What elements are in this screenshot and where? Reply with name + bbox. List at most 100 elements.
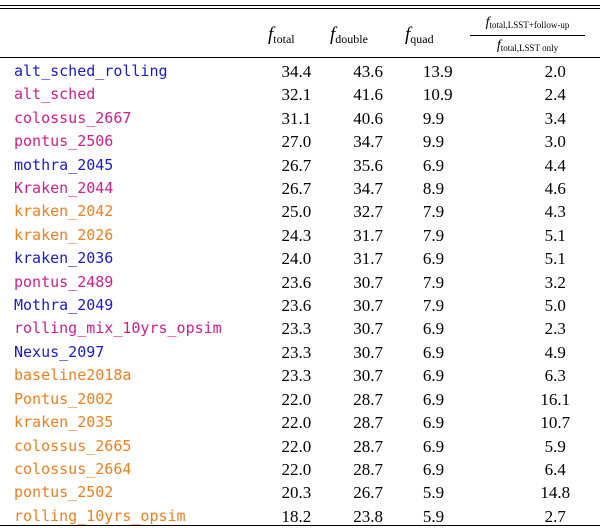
- ratio-cell: 3.2: [544, 272, 566, 292]
- f-total-cell: 24.0: [281, 249, 312, 269]
- table-row: kraken_2036 24.0 31.7 6.9 5.1: [0, 247, 600, 270]
- f-double-cell: 23.8: [353, 506, 383, 526]
- table-row: colossus_2665 22.0 28.7 6.9 5.9: [0, 435, 600, 458]
- ratio-cell: 5.9: [544, 436, 566, 456]
- table-row: baseline2018a 23.3 30.7 6.9 6.3: [0, 364, 600, 387]
- ratio-cell: 5.1: [544, 225, 566, 245]
- f-total-cell: 23.3: [281, 342, 312, 362]
- table-row: colossus_2664 22.0 28.7 6.9 6.4: [0, 458, 600, 481]
- strategy-name-cell: colossus_2664: [14, 459, 132, 478]
- f-quad-cell: 7.9: [422, 202, 445, 222]
- f-double-cell: 41.6: [353, 85, 383, 105]
- ratio-cell: 6.4: [544, 459, 566, 479]
- strategy-name-cell: Nexus_2097: [14, 342, 105, 361]
- f-quad-cell: 6.9: [422, 389, 445, 409]
- ratio-cell: 2.7: [544, 506, 566, 526]
- ratio-cell: 6.3: [544, 366, 566, 386]
- f-total-cell: 22.0: [281, 459, 312, 479]
- table-row: colossus_2667 31.1 40.6 9.9 3.4: [0, 107, 600, 130]
- f-quad-cell: 6.9: [422, 436, 445, 456]
- header-f-total: ftotal: [268, 24, 295, 46]
- ratio-cell: 4.9: [544, 342, 566, 362]
- f-double-cell: 30.7: [353, 366, 383, 386]
- table-row: kraken_2026 24.3 31.7 7.9 5.1: [0, 224, 600, 247]
- strategy-name-cell: rolling_mix_10yrs_opsim: [14, 319, 222, 338]
- f-double-cell: 28.7: [353, 389, 383, 409]
- strategy-name-cell: pontus_2506: [14, 132, 114, 151]
- f-double-cell: 31.7: [353, 249, 383, 269]
- table-row: pontus_2502 20.3 26.7 5.9 14.8: [0, 481, 600, 504]
- f-quad-cell: 6.9: [422, 459, 445, 479]
- f-total-cell: 34.4: [281, 62, 312, 81]
- f-total-cell: 25.0: [281, 202, 312, 222]
- f-quad-cell: 6.9: [422, 155, 445, 175]
- header-f-double: fdouble: [330, 24, 368, 46]
- header-rule: [0, 57, 600, 58]
- f-double-cell: 32.7: [353, 202, 383, 222]
- ratio-cell: 2.0: [544, 62, 566, 81]
- f-total-cell: 18.2: [281, 506, 312, 526]
- f-double-cell: 40.6: [353, 108, 383, 128]
- strategy-name-cell: kraken_2035: [14, 413, 114, 432]
- f-double-cell: 31.7: [353, 225, 383, 245]
- f-total-cell: 20.3: [281, 483, 312, 503]
- f-quad-cell: 9.9: [422, 108, 445, 128]
- fraction-bar: [470, 35, 585, 36]
- f-double-cell: 28.7: [353, 436, 383, 456]
- f-total-cell: 22.0: [281, 436, 312, 456]
- f-quad-cell: 5.9: [422, 506, 445, 526]
- top-rule-inner: [0, 8, 600, 9]
- f-quad-cell: 7.9: [422, 225, 445, 245]
- table-row: kraken_2042 25.0 32.7 7.9 4.3: [0, 200, 600, 223]
- strategy-name-cell: kraken_2026: [14, 225, 114, 244]
- f-quad-cell: 6.9: [422, 366, 445, 386]
- f-quad-cell: 5.9: [422, 483, 445, 503]
- f-quad-cell: 6.9: [422, 249, 445, 269]
- f-double-cell: 30.7: [353, 272, 383, 292]
- ratio-cell: 14.8: [540, 483, 571, 503]
- strategy-name-cell: colossus_2667: [14, 108, 132, 127]
- f-double-cell: 34.7: [353, 132, 383, 152]
- table-row: Kraken_2044 26.7 34.7 8.9 4.6: [0, 177, 600, 200]
- table-row: Pontus_2002 22.0 28.7 6.9 16.1: [0, 388, 600, 411]
- ratio-cell: 2.3: [544, 319, 566, 339]
- f-double-cell: 43.6: [353, 62, 383, 81]
- f-quad-cell: 6.9: [422, 413, 445, 433]
- f-double-cell: 26.7: [353, 483, 383, 503]
- f-total-cell: 31.1: [281, 108, 312, 128]
- f-total-cell: 27.0: [281, 132, 312, 152]
- f-double-cell: 34.7: [353, 179, 383, 199]
- strategy-name-cell: alt_sched_rolling: [14, 62, 168, 80]
- f-total-cell: 24.3: [281, 225, 312, 245]
- header-ratio-fraction: ftotal,LSST+follow-up ftotal,LSST only: [470, 14, 585, 56]
- table-row: kraken_2035 22.0 28.7 6.9 10.7: [0, 411, 600, 434]
- strategy-name-cell: colossus_2665: [14, 436, 132, 455]
- f-double-cell: 30.7: [353, 296, 383, 316]
- table-row: mothra_2045 26.7 35.6 6.9 4.4: [0, 154, 600, 177]
- f-quad-cell: 7.9: [422, 272, 445, 292]
- strategy-name-cell: Mothra_2049: [14, 296, 114, 315]
- ratio-denominator: ftotal,LSST only: [496, 38, 559, 53]
- f-total-cell: 32.1: [281, 85, 312, 105]
- ratio-cell: 4.6: [544, 179, 566, 199]
- ratio-cell: 3.0: [544, 132, 566, 152]
- table-row: rolling_10yrs_opsim 18.2 23.8 5.9 2.7: [0, 505, 600, 528]
- f-quad-cell: 6.9: [422, 342, 445, 362]
- f-quad-cell: 8.9: [422, 179, 445, 199]
- f-total-cell: 23.3: [281, 366, 312, 386]
- f-quad-cell: 10.9: [422, 85, 453, 105]
- ratio-cell: 4.3: [544, 202, 566, 222]
- strategy-name-cell: pontus_2502: [14, 483, 114, 502]
- header-f-quad: fquad: [405, 24, 434, 46]
- ratio-numerator: ftotal,LSST+follow-up: [485, 15, 570, 30]
- strategy-name-cell: Kraken_2044: [14, 179, 114, 198]
- ratio-cell: 2.4: [544, 85, 566, 105]
- ratio-cell: 5.0: [544, 296, 566, 316]
- f-quad-cell: 9.9: [422, 132, 445, 152]
- table-row: alt_sched 32.1 41.6 10.9 2.4: [0, 83, 600, 106]
- f-total-cell: 26.7: [281, 179, 312, 199]
- f-quad-cell: 6.9: [422, 319, 445, 339]
- f-double-cell: 30.7: [353, 342, 383, 362]
- strategy-name-cell: mothra_2045: [14, 155, 114, 174]
- strategy-name-cell: rolling_10yrs_opsim: [14, 506, 186, 525]
